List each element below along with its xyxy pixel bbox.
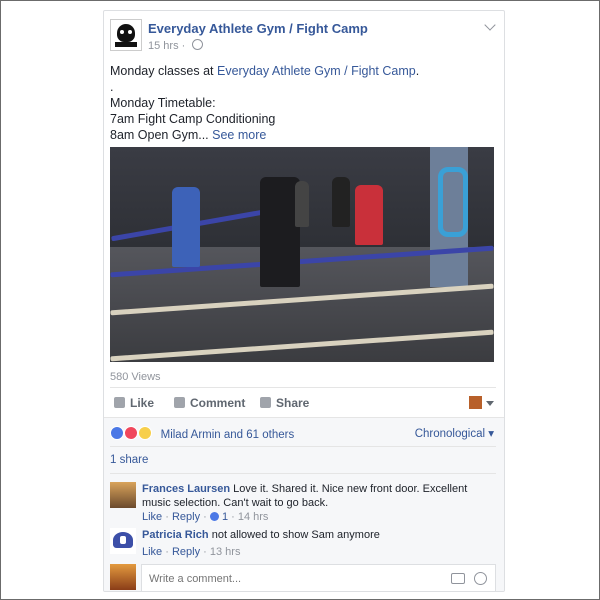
- globe-icon: [192, 39, 204, 50]
- comment-sort-dropdown[interactable]: Chronological ▾: [415, 426, 494, 440]
- reaction-summary[interactable]: Milad Armin and 61 others: [110, 426, 294, 441]
- viewer-avatar[interactable]: [469, 396, 482, 409]
- post-meta: 15 hrs ·: [148, 39, 204, 52]
- comment: Frances Laursen Love it. Shared it. Nice…: [142, 482, 487, 510]
- skull-logo-icon: [117, 24, 135, 42]
- divider: [110, 446, 496, 447]
- wow-reaction-icon: [138, 426, 153, 440]
- comment-time[interactable]: 13 hrs: [210, 546, 241, 558]
- comment-time[interactable]: 14 hrs: [238, 511, 269, 523]
- comment-bubble-icon: [174, 397, 185, 408]
- avatar[interactable]: [110, 482, 136, 508]
- caret-down-icon: ▾: [485, 428, 494, 440]
- love-reaction-icon: [124, 426, 139, 440]
- comment-author[interactable]: Frances Laursen: [142, 483, 230, 495]
- post-time[interactable]: 15 hrs: [148, 40, 179, 52]
- see-more-link[interactable]: See more: [212, 128, 266, 142]
- post-text: Monday classes at Everyday Athlete Gym /…: [110, 64, 420, 142]
- comment-reply-link[interactable]: Reply: [172, 511, 200, 523]
- caret-down-icon[interactable]: [486, 401, 494, 406]
- comment-actions: Like · Reply · 13 hrs: [142, 546, 241, 558]
- thumbs-up-icon: [114, 397, 125, 408]
- page-avatar[interactable]: [110, 19, 142, 51]
- comment-box: [141, 564, 496, 591]
- comment-reply-link[interactable]: Reply: [172, 546, 200, 558]
- comment-like-link[interactable]: Like: [142, 511, 162, 523]
- comment-like-count[interactable]: 1: [222, 511, 228, 523]
- facebook-post-card: Everyday Athlete Gym / Fight Camp 15 hrs…: [103, 10, 505, 592]
- eagle-emblem-icon: [113, 532, 133, 548]
- comment-text: not allowed to show Sam anymore: [211, 529, 380, 541]
- avatar[interactable]: [110, 528, 136, 554]
- avatar: [110, 564, 136, 590]
- feedback-section: Milad Armin and 61 others Chronological …: [104, 417, 504, 591]
- view-count: 580 Views: [110, 371, 161, 383]
- comment: Patricia Rich not allowed to show Sam an…: [142, 528, 487, 542]
- camera-icon[interactable]: [451, 573, 465, 584]
- divider: [110, 473, 496, 474]
- share-count[interactable]: 1 share: [110, 454, 148, 466]
- comment-input[interactable]: [147, 570, 431, 587]
- like-button[interactable]: Like: [114, 396, 154, 410]
- share-button[interactable]: Share: [260, 396, 309, 410]
- like-reaction-icon: [209, 512, 219, 521]
- emoji-icon[interactable]: [474, 572, 487, 585]
- like-reaction-icon: [110, 426, 124, 440]
- post-video[interactable]: [110, 147, 494, 362]
- comment-button[interactable]: Comment: [174, 396, 245, 410]
- comment-author[interactable]: Patricia Rich: [142, 529, 209, 541]
- post-page-link[interactable]: Everyday Athlete Gym / Fight Camp: [217, 64, 416, 78]
- comment-actions: Like · Reply · 1 · 14 hrs: [142, 511, 269, 523]
- comment-like-link[interactable]: Like: [142, 546, 162, 558]
- page-name-link[interactable]: Everyday Athlete Gym / Fight Camp: [148, 21, 368, 36]
- reaction-names[interactable]: Milad Armin and 61 others: [161, 429, 295, 441]
- share-arrow-icon: [260, 397, 271, 408]
- post-action-bar: Like Comment Share: [110, 387, 496, 418]
- chevron-down-icon[interactable]: [484, 19, 496, 31]
